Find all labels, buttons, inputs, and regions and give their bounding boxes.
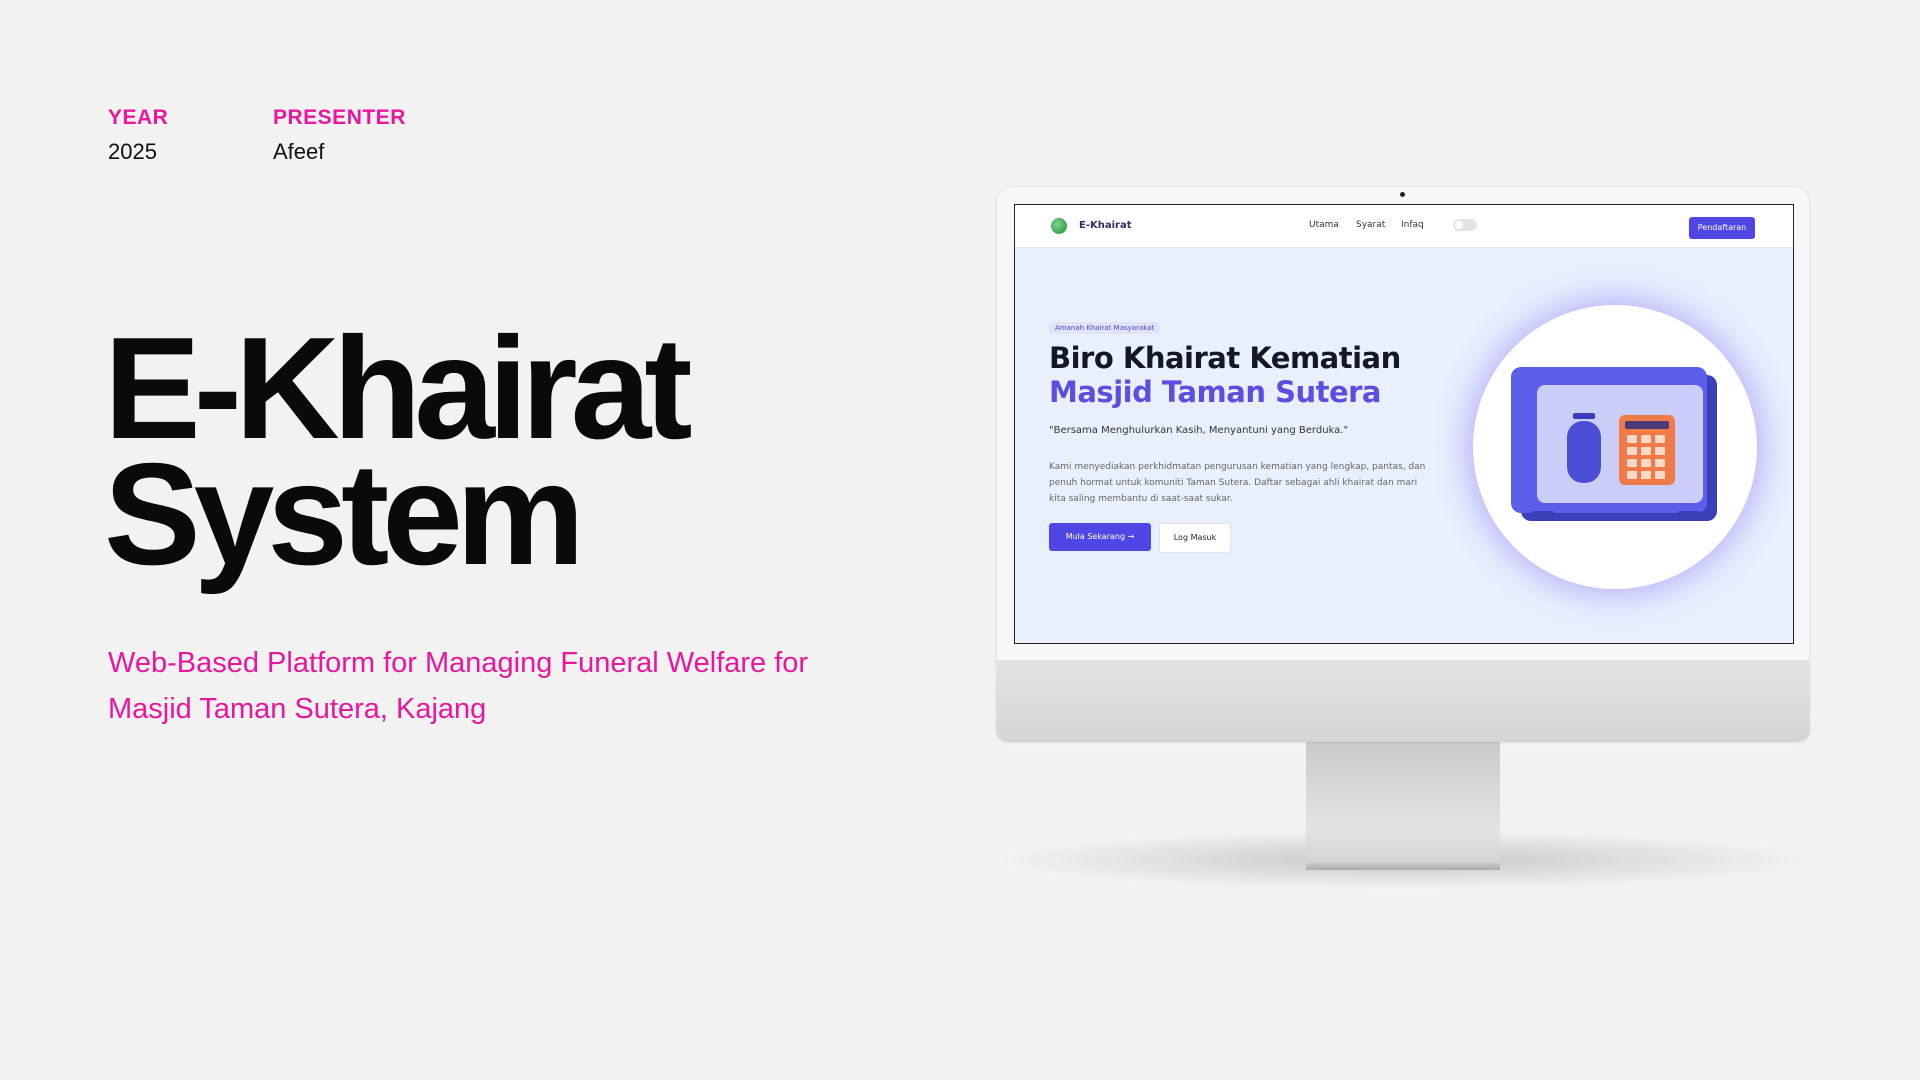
slide-title: E-Khairat System [104,316,693,595]
monitor-chin [996,660,1810,742]
leaf-logo-icon[interactable] [1051,218,1067,234]
title-line-2: System [104,433,585,595]
start-now-button[interactable]: Mula Sekarang → [1049,523,1151,551]
camera-icon [1400,192,1405,197]
theme-toggle-icon[interactable] [1453,219,1477,231]
arrow-right-icon: → [1127,532,1135,541]
monitor-stand-base [1306,862,1500,870]
site-navbar: E-Khairat Utama Syarat Infaq Pendaftaran [1015,205,1793,248]
nav-link-syarat[interactable]: Syarat [1356,220,1385,230]
safe-illustration-icon [1511,367,1717,521]
hero-badge: Amanah Khairat Masyarakat [1049,322,1161,334]
register-button[interactable]: Pendaftaran [1689,217,1755,239]
hero-quote: "Bersama Menghulurkan Kasih, Menyantuni … [1049,425,1349,436]
year-value: 2025 [108,139,157,164]
nav-link-utama[interactable]: Utama [1309,220,1339,230]
website-screen: E-Khairat Utama Syarat Infaq Pendaftaran… [1014,204,1794,644]
hero-heading-line-2: Masjid Taman Sutera [1049,375,1382,409]
slide-subtitle: Web-Based Platform for Managing Funeral … [108,647,809,725]
monitor-stand [1306,742,1500,866]
hero-heading-line-1: Biro Khairat Kematian [1049,341,1401,375]
presenter-label: PRESENTER [273,106,406,129]
hero-description: Kami menyediakan perkhidmatan pengurusan… [1049,462,1426,504]
login-button[interactable]: Log Masuk [1159,523,1231,553]
presenter-block: PRESENTER Afeef [273,106,406,165]
start-now-label: Mula Sekarang [1065,532,1126,541]
site-brand[interactable]: E-Khairat [1079,220,1132,231]
presenter-value: Afeef [273,139,325,164]
year-label: YEAR [108,106,169,129]
year-block: YEAR 2025 [108,106,168,165]
nav-link-infaq[interactable]: Infaq [1401,220,1424,230]
